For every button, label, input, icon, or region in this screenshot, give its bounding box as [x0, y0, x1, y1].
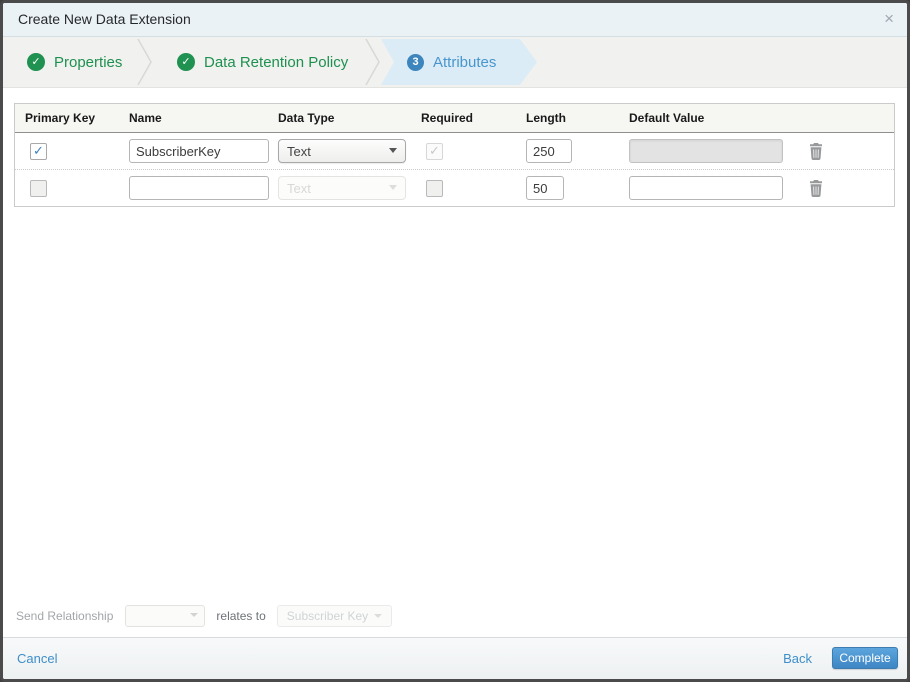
- step-label: Attributes: [433, 53, 497, 71]
- check-icon: ✓: [27, 53, 45, 71]
- chevron-down-icon: [190, 613, 199, 617]
- data-type-value: Text: [287, 143, 311, 159]
- primary-key-checkbox: ✓: [30, 179, 47, 197]
- name-input[interactable]: [129, 139, 269, 163]
- column-header: Required: [421, 111, 474, 125]
- cancel-link[interactable]: Cancel: [17, 651, 57, 666]
- length-input[interactable]: [526, 139, 572, 163]
- checkmark-icon: ✓: [33, 142, 44, 158]
- column-header: Default Value: [629, 111, 705, 125]
- checkmark-icon: ✓: [429, 142, 440, 158]
- chevron-down-icon: [389, 185, 397, 190]
- chevron-down-icon: [374, 614, 383, 618]
- attributes-table: Primary Key Name Data Type Required Leng…: [14, 103, 895, 207]
- required-checkbox: ✓: [426, 142, 443, 160]
- default-value-input[interactable]: [629, 176, 783, 200]
- chevron-down-icon: [389, 148, 397, 153]
- default-value-input: [629, 139, 783, 163]
- table-row: ✓ Text ✓: [15, 133, 894, 169]
- table-header-row: Primary Key Name Data Type Required Leng…: [15, 104, 894, 133]
- dialog-title: Create New Data Extension: [18, 11, 191, 27]
- column-header: Length: [526, 111, 566, 125]
- back-link[interactable]: Back: [783, 651, 812, 666]
- required-checkbox: ✓: [426, 179, 443, 197]
- table-row: ✓ Text ✓: [15, 169, 894, 206]
- relates-to-label: relates to: [216, 609, 266, 623]
- close-icon[interactable]: ×: [884, 10, 894, 28]
- step-number-badge: 3: [407, 53, 424, 71]
- check-icon: ✓: [177, 53, 195, 71]
- send-relationship-row: Send Relationship relates to Subscriber …: [16, 604, 393, 628]
- create-data-extension-dialog: Create New Data Extension × ✓ Properties…: [0, 0, 910, 682]
- step-label: Data Retention Policy: [204, 53, 349, 71]
- step-attributes[interactable]: 3 Attributes: [381, 39, 537, 85]
- column-header: Name: [129, 111, 162, 125]
- data-type-select[interactable]: Text: [278, 139, 406, 163]
- send-relationship-label: Send Relationship: [16, 609, 114, 623]
- delete-row-icon[interactable]: [809, 142, 823, 160]
- step-label: Properties: [54, 53, 123, 71]
- step-separator: [365, 39, 380, 85]
- step-properties[interactable]: ✓ Properties: [27, 37, 122, 87]
- step-separator: [137, 39, 152, 85]
- dialog-footer: Cancel Back Complete: [3, 637, 907, 679]
- column-header: Primary Key: [25, 111, 96, 125]
- data-type-select: Text: [278, 176, 406, 200]
- column-header: Data Type: [278, 111, 335, 125]
- subscriber-key-select: Subscriber Key: [276, 605, 393, 627]
- primary-key-checkbox[interactable]: ✓: [30, 142, 47, 160]
- step-data-retention-policy[interactable]: ✓ Data Retention Policy: [177, 37, 348, 87]
- delete-row-icon[interactable]: [809, 179, 823, 197]
- send-relationship-select: [125, 605, 206, 627]
- complete-button[interactable]: Complete: [832, 647, 898, 669]
- step-nav: ✓ Properties ✓ Data Retention Policy 3 A…: [3, 37, 907, 88]
- dialog-titlebar: Create New Data Extension ×: [3, 3, 907, 37]
- data-type-value: Text: [287, 180, 311, 196]
- name-input[interactable]: [129, 176, 269, 200]
- length-input[interactable]: [526, 176, 564, 200]
